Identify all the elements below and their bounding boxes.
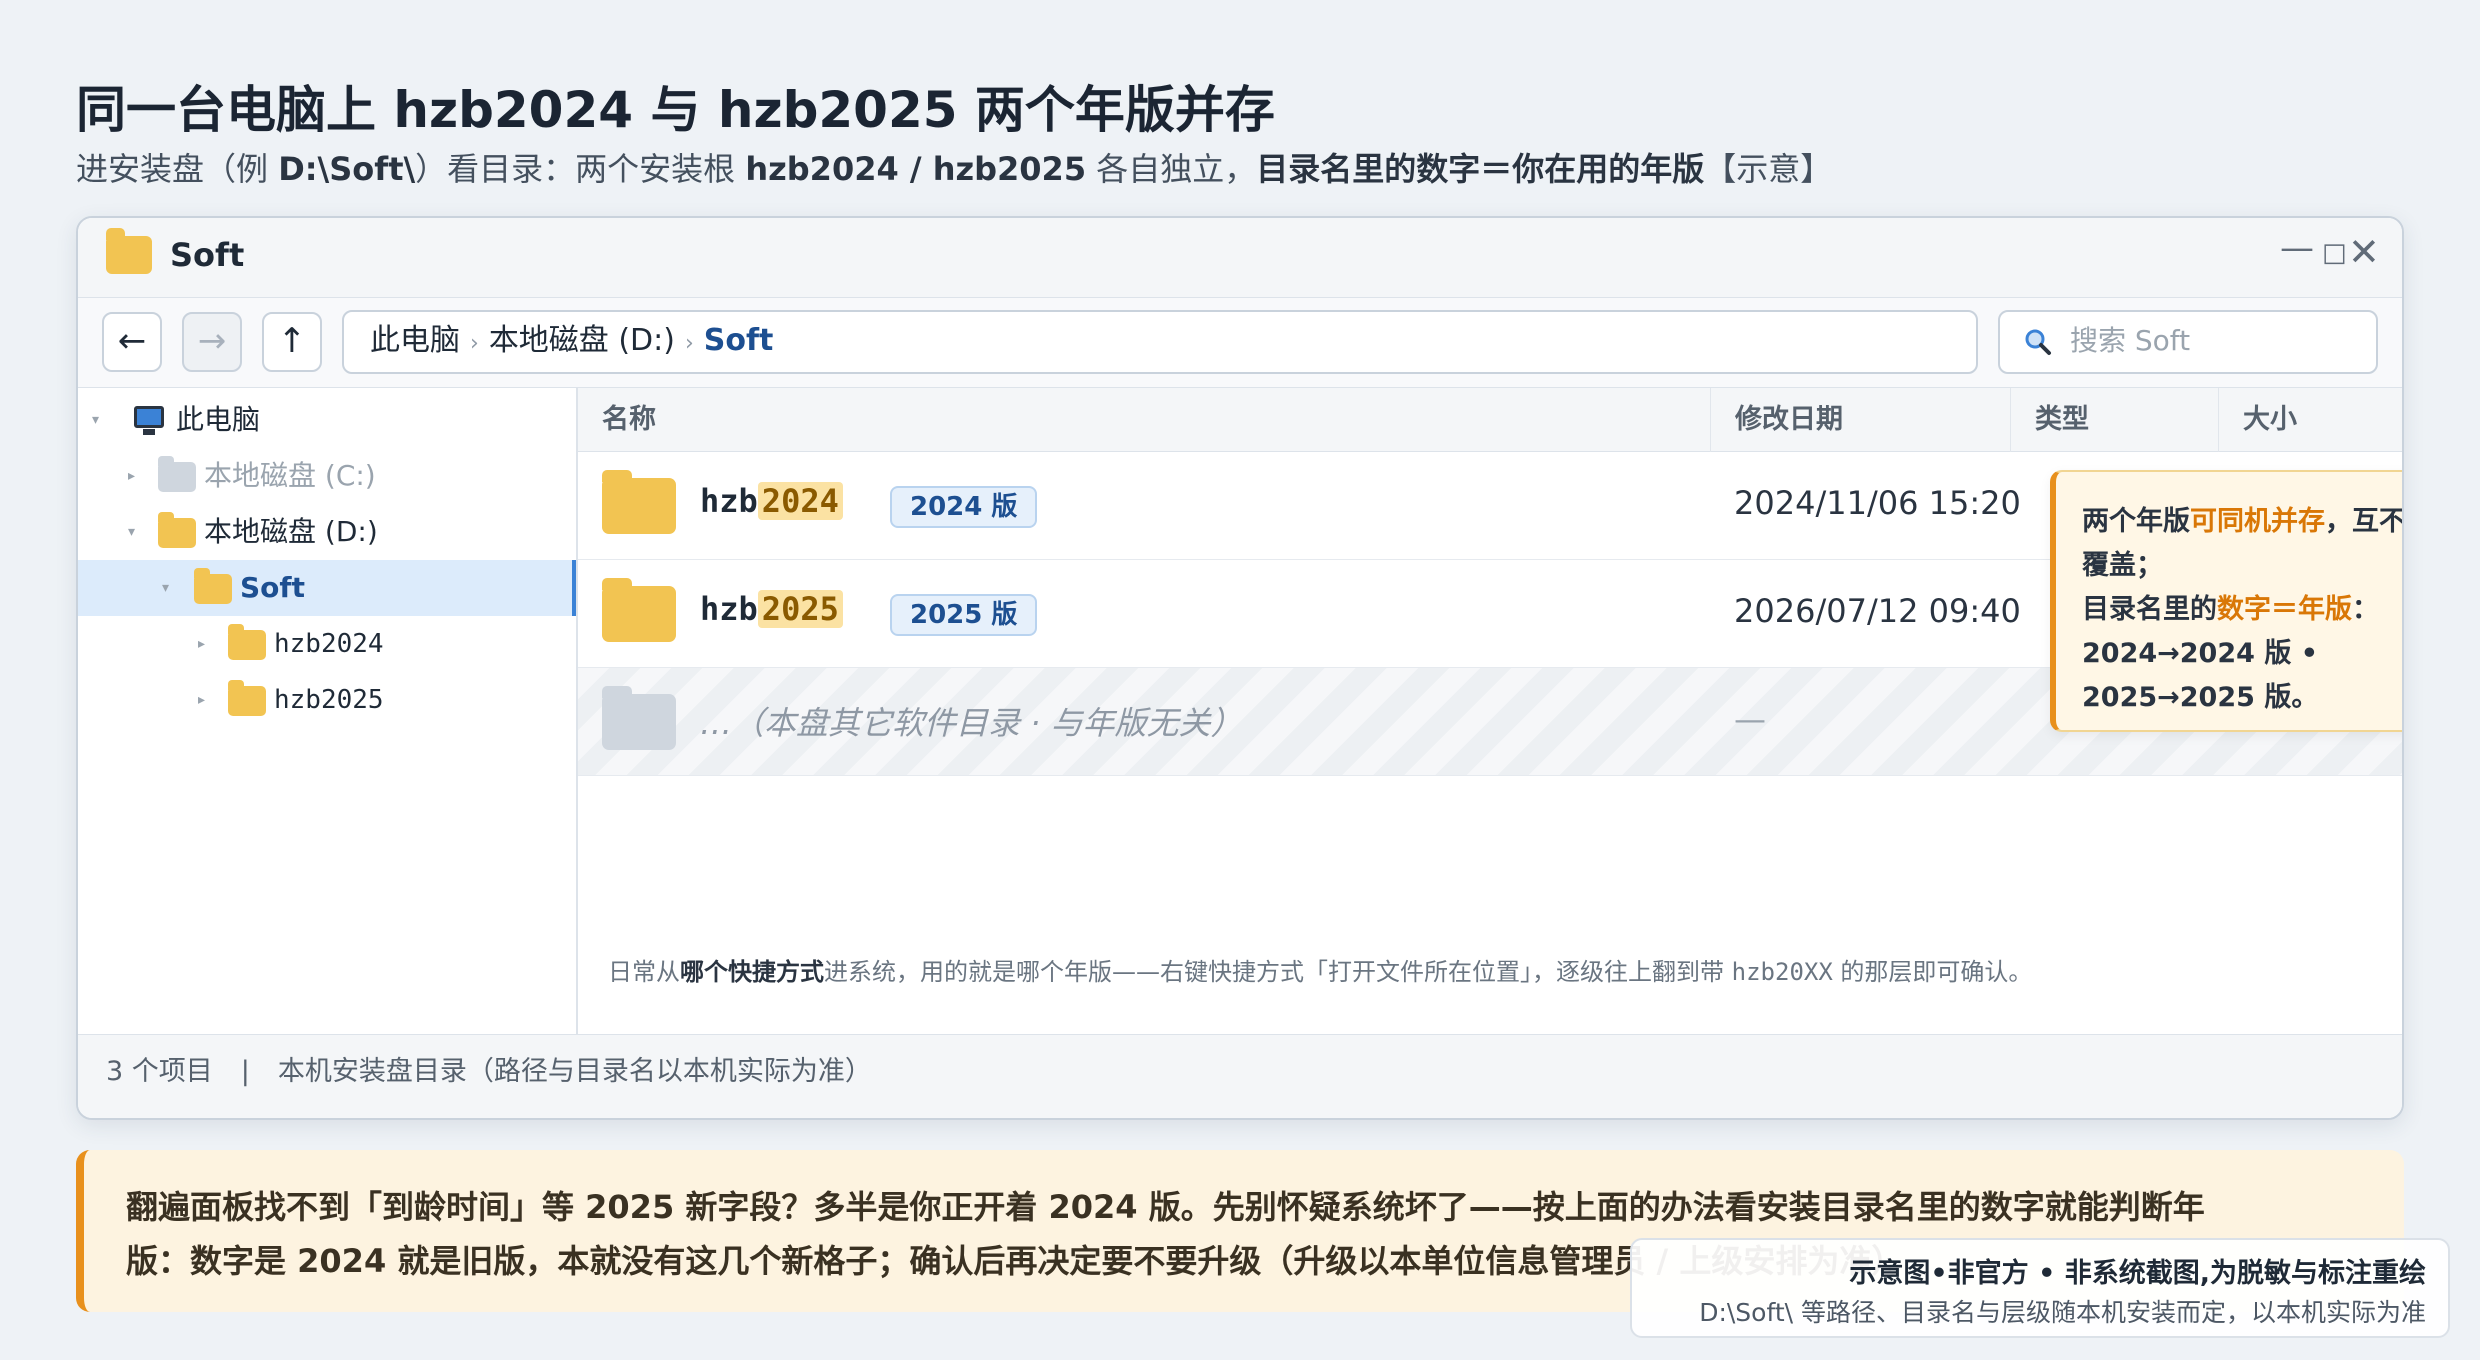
disclaimer-text: D:\Soft\ 等路径、目录名与层级随本机安装而定，以本机实际为准: [1699, 1298, 2426, 1327]
callout-text: 目录名里的: [2082, 594, 2217, 625]
maximize-button[interactable]: □: [2322, 238, 2347, 268]
folder-icon: [228, 680, 266, 716]
breadcrumb-drive-d[interactable]: 本地磁盘 (D:): [489, 323, 675, 358]
computer-icon: [134, 406, 164, 435]
chevron-right-icon[interactable]: ▸: [128, 448, 135, 504]
file-name: …（本盘其它软件目录 · 与年版无关）: [700, 704, 1243, 742]
callout-line: 两个年版可同机并存，互不覆盖；: [2082, 500, 2402, 588]
callout-text: ：: [2352, 594, 2379, 625]
tree-item-label: hzb2025: [274, 685, 384, 715]
folder-icon: [228, 624, 266, 660]
file-name: hzb 2025: [700, 590, 843, 628]
back-button[interactable]: ←: [102, 312, 162, 372]
drive-icon: [158, 512, 196, 548]
folder-icon: [602, 470, 676, 534]
chevron-down-icon[interactable]: ▾: [128, 504, 135, 560]
subtitle-tail: 【示意】: [1704, 150, 1833, 188]
status-bar: 3 个项目 | 本机安装盘目录（路径与目录名以本机实际为准）: [78, 1034, 2402, 1118]
chevron-right-icon[interactable]: ▸: [198, 672, 205, 728]
tree-item-this-pc[interactable]: ▾ 此电脑: [78, 392, 576, 448]
close-button[interactable]: ✕: [2348, 230, 2380, 274]
footnote-emphasis: 哪个快捷方式: [680, 958, 824, 986]
tree-item-label: 此电脑: [176, 403, 261, 436]
column-header-date[interactable]: 修改日期: [1710, 388, 1843, 452]
chevron-down-icon[interactable]: ▾: [92, 392, 99, 448]
navigation-tree: ▾ 此电脑 ▸ 本地磁盘 (C:) ▾ 本地磁盘 (D:) ▾ Soft ▸ h…: [78, 388, 578, 1034]
subtitle-text-after: 各自独立，: [1086, 150, 1257, 188]
breadcrumb-this-pc[interactable]: 此电脑: [370, 323, 460, 358]
subtitle-path: D:\Soft\: [278, 150, 416, 188]
modified-date: 2026/07/12 09:40: [1734, 592, 2021, 630]
column-header-row: 名称 修改日期 类型 大小: [578, 388, 2402, 452]
tree-item-soft[interactable]: ▾ Soft: [78, 560, 576, 616]
folder-icon: [106, 228, 152, 274]
page-subtitle: 进安装盘（例 D:\Soft\）看目录：两个安装根 hzb2024 / hzb2…: [76, 144, 1832, 190]
window-title: Soft: [170, 236, 245, 274]
tree-item-label: 本地磁盘 (D:): [204, 515, 378, 548]
column-header-size[interactable]: 大小: [2218, 388, 2297, 452]
annotation-callout: 两个年版可同机并存，互不覆盖； 目录名里的数字＝年版： 2024→2024 版 …: [2050, 470, 2402, 732]
tree-item-label: 本地磁盘 (C:): [204, 459, 376, 492]
folder-icon: [194, 568, 232, 604]
footnote-text: 进系统，用的就是哪个年版——右键快捷方式「打开文件所在位置」，逐级往上翻到带: [824, 958, 1732, 986]
footnote-text: 的那层即可确认。: [1832, 958, 2033, 986]
search-input[interactable]: 搜索 Soft: [1998, 310, 2378, 374]
folder-icon: [602, 686, 676, 750]
address-bar[interactable]: 此电脑 › 本地磁盘 (D:) › Soft: [342, 310, 1978, 374]
callout-line: 2025→2025 版。: [2082, 682, 2319, 713]
usage-footnote: 日常从哪个快捷方式进系统，用的就是哪个年版——右键快捷方式「打开文件所在位置」，…: [608, 952, 2032, 987]
version-badge: 2025 版: [890, 594, 1038, 636]
explorer-window: Soft — □ ✕ ← → ↑ 此电脑 › 本地磁盘 (D:) › Soft 搜索 S…: [76, 216, 2404, 1120]
file-name-prefix: hzb: [700, 482, 758, 520]
disclaimer-title: 示意图•非官方 • 非系统截图,为脱敏与标注重绘: [1849, 1258, 2426, 1289]
search-placeholder: 搜索 Soft: [2070, 324, 2191, 357]
modified-date: 2024/11/06 15:20: [1734, 484, 2021, 522]
minimize-button[interactable]: —: [2280, 228, 2314, 268]
navigation-toolbar: ← → ↑ 此电脑 › 本地磁盘 (D:) › Soft 搜索 Soft: [78, 298, 2402, 388]
search-icon: [2025, 329, 2051, 355]
subtitle-emphasis: 目录名里的数字＝你在用的年版: [1256, 150, 1705, 188]
file-name: hzb 2024: [700, 482, 843, 520]
callout-highlight: 数字＝年版: [2217, 594, 2352, 625]
chevron-right-icon[interactable]: ▸: [198, 616, 205, 672]
page-title: 同一台电脑上 hzb2024 与 hzb2025 两个年版并存: [76, 81, 1275, 139]
tree-item-label: hzb2024: [274, 629, 384, 659]
tree-item-label: Soft: [240, 571, 305, 604]
item-count: 3 个项目: [106, 1056, 213, 1087]
file-name-prefix: hzb: [700, 590, 758, 628]
status-divider: |: [240, 1056, 250, 1087]
tree-item-hzb2025[interactable]: ▸ hzb2025: [78, 672, 576, 728]
disclaimer-note: 示意图•非官方 • 非系统截图,为脱敏与标注重绘 D:\Soft\ 等路径、目录…: [1630, 1238, 2450, 1338]
tree-item-drive-c[interactable]: ▸ 本地磁盘 (C:): [78, 448, 576, 504]
breadcrumb-separator-icon: ›: [684, 331, 694, 356]
file-name-year: 2024: [757, 482, 843, 520]
chevron-down-icon[interactable]: ▾: [162, 560, 169, 616]
subtitle-text: 进安装盘（例: [76, 150, 279, 188]
modified-date: —: [1734, 700, 1766, 738]
tree-item-hzb2024[interactable]: ▸ hzb2024: [78, 616, 576, 672]
column-header-name[interactable]: 名称: [578, 388, 656, 452]
up-button[interactable]: ↑: [262, 312, 322, 372]
footnote-text: 日常从: [608, 958, 680, 986]
title-bar[interactable]: Soft — □ ✕: [78, 218, 2402, 298]
subtitle-dirs: hzb2024 / hzb2025: [745, 150, 1087, 188]
breadcrumb-soft[interactable]: Soft: [704, 323, 774, 358]
drive-icon: [158, 456, 196, 492]
status-note: 本机安装盘目录（路径与目录名以本机实际为准）: [277, 1056, 872, 1087]
callout-line: 目录名里的数字＝年版：: [2082, 588, 2402, 632]
forward-button[interactable]: →: [182, 312, 242, 372]
file-list: 名称 修改日期 类型 大小 hzb 2024 2024 版 2024/11/06 …: [578, 388, 2402, 1034]
column-header-type[interactable]: 类型: [2010, 388, 2089, 452]
callout-text: 两个年版: [2082, 506, 2190, 537]
breadcrumb-separator-icon: ›: [470, 331, 479, 356]
callout-line: 2024→2024 版 •: [2082, 638, 2318, 669]
file-name-year: 2025: [757, 590, 843, 628]
version-badge: 2024 版: [890, 486, 1038, 528]
folder-icon: [602, 578, 676, 642]
tree-item-drive-d[interactable]: ▾ 本地磁盘 (D:): [78, 504, 576, 560]
banner-line: 翻遍面板找不到「到龄时间」等 2025 新字段？多半是你正开着 2024 版。先…: [126, 1188, 2205, 1226]
callout-highlight: 可同机并存: [2190, 506, 2325, 537]
subtitle-text-mid: ）看目录：两个安装根: [415, 150, 746, 188]
footnote-code: hzb20XX: [1731, 958, 1833, 986]
